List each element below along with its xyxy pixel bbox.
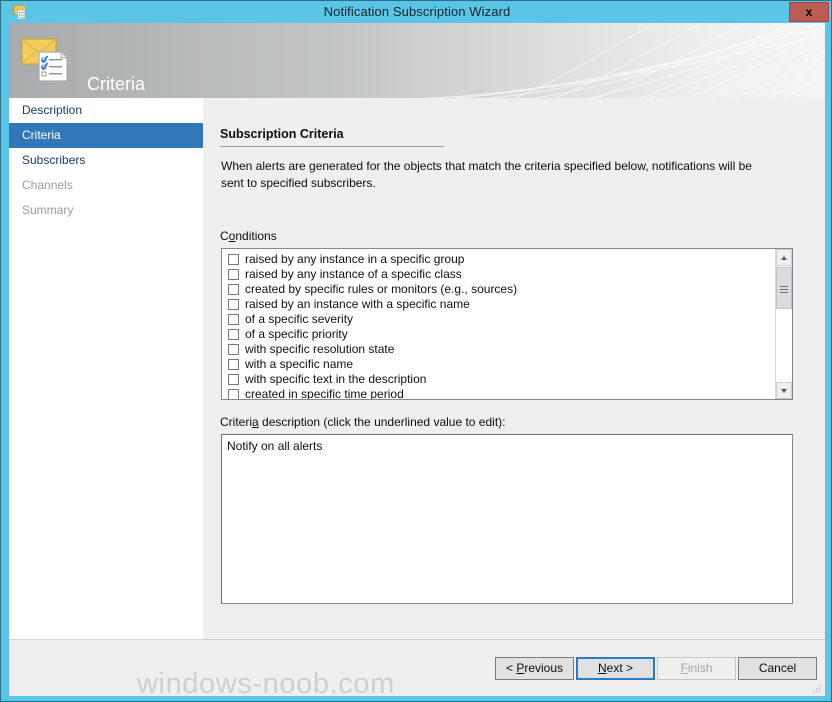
condition-label: created in specific time period <box>245 387 404 400</box>
wizard-step-sidebar: Description Criteria Subscribers Channel… <box>9 98 203 639</box>
window-title: Notification Subscription Wizard <box>323 4 511 19</box>
list-item[interactable]: raised by any instance in a specific gro… <box>222 252 774 267</box>
section-description: When alerts are generated for the object… <box>221 159 752 190</box>
wizard-content-pane: Subscription Criteria When alerts are ge… <box>203 98 825 639</box>
finish-button: Finish <box>657 657 736 680</box>
wizard-page-title: Criteria <box>87 74 146 94</box>
next-accel: N <box>597 661 607 675</box>
conditions-list: raised by any instance in a specific gro… <box>222 252 774 400</box>
conditions-label-post: nditions <box>235 229 277 243</box>
wizard-header-banner: Criteria <box>9 23 825 98</box>
sidebar-item-description[interactable]: Description <box>9 98 203 123</box>
list-item[interactable]: with a specific name <box>222 357 774 372</box>
condition-checkbox[interactable] <box>228 389 239 399</box>
finish-post: inish <box>687 661 713 675</box>
list-item[interactable]: raised by an instance with a specific na… <box>222 297 774 312</box>
sidebar-item-criteria[interactable]: Criteria <box>9 123 203 148</box>
list-item[interactable]: with specific text in the description <box>222 372 774 387</box>
previous-button[interactable]: < Previous <box>495 657 574 680</box>
previous-pre: < <box>505 661 517 675</box>
criteria-description-value: Notify on all alerts <box>227 439 323 453</box>
condition-checkbox[interactable] <box>228 254 239 265</box>
cancel-button[interactable]: Cancel <box>738 657 817 680</box>
condition-label: raised by an instance with a specific na… <box>245 297 470 311</box>
grip-line <box>780 289 788 290</box>
grip-line <box>780 286 788 287</box>
next-post: ext > <box>606 661 634 675</box>
chevron-up-icon <box>781 256 787 260</box>
condition-checkbox[interactable] <box>228 314 239 325</box>
condition-label: of a specific priority <box>245 327 348 341</box>
conditions-label-pre: C <box>220 229 229 243</box>
condition-label: created by specific rules or monitors (e… <box>245 282 518 296</box>
watermark-text: windows-noob.com <box>137 668 395 700</box>
mesh-decoration <box>424 23 825 98</box>
wizard-window: Notification Subscription Wizard x Crite… <box>0 0 832 702</box>
title-bar: Notification Subscription Wizard x <box>1 1 831 23</box>
condition-checkbox[interactable] <box>228 329 239 340</box>
conditions-listbox[interactable]: raised by any instance in a specific gro… <box>221 248 793 400</box>
list-item[interactable]: raised by any instance of a specific cla… <box>222 267 774 282</box>
chevron-down-icon <box>781 389 787 393</box>
list-item[interactable]: of a specific severity <box>222 312 774 327</box>
list-item[interactable]: with specific resolution state <box>222 342 774 357</box>
list-item[interactable]: created by specific rules or monitors (e… <box>222 282 774 297</box>
scroll-down-icon[interactable] <box>776 382 792 399</box>
criteria-description-field[interactable]: Notify on all alerts <box>221 434 793 604</box>
condition-label: with specific text in the description <box>245 372 427 386</box>
sidebar-item-summary: Summary <box>22 203 74 217</box>
close-button[interactable]: x <box>789 2 829 22</box>
criteria-label-post: description (click the underlined value … <box>258 415 506 429</box>
condition-label: with a specific name <box>245 357 354 371</box>
list-item[interactable]: created in specific time period <box>222 387 774 400</box>
conditions-scrollbar[interactable] <box>775 249 792 399</box>
cancel-pre: Cancel <box>758 661 797 675</box>
scroll-up-icon[interactable] <box>776 249 792 266</box>
condition-checkbox[interactable] <box>228 359 239 370</box>
criteria-description-label: Criteria description (click the underlin… <box>220 415 505 429</box>
next-button[interactable]: Next > <box>576 657 655 680</box>
condition-label: raised by any instance of a specific cla… <box>245 267 462 281</box>
criteria-label-accel: a <box>252 415 259 429</box>
condition-checkbox[interactable] <box>228 284 239 295</box>
sidebar-item-subscribers[interactable]: Subscribers <box>9 148 203 173</box>
sidebar-item-channels: Channels <box>22 178 73 192</box>
condition-checkbox[interactable] <box>228 344 239 355</box>
previous-post: revious <box>524 661 564 675</box>
section-heading: Subscription Criteria <box>220 127 344 141</box>
condition-checkbox[interactable] <box>228 374 239 385</box>
finish-accel: F <box>680 661 688 675</box>
grip-line <box>780 292 788 293</box>
conditions-label: Conditions <box>220 229 277 243</box>
criteria-label-pre: Criteri <box>220 415 252 429</box>
condition-checkbox[interactable] <box>228 269 239 280</box>
wizard-footer: windows-noob.com < Previous Next > Finis… <box>9 639 825 700</box>
section-divider <box>220 146 444 147</box>
condition-label: of a specific severity <box>245 312 354 326</box>
condition-label: raised by any instance in a specific gro… <box>245 252 465 266</box>
condition-checkbox[interactable] <box>228 299 239 310</box>
resize-grip-icon[interactable] <box>811 683 822 694</box>
envelope-checklist-icon <box>21 38 68 82</box>
list-item[interactable]: of a specific priority <box>222 327 774 342</box>
scrollbar-thumb[interactable] <box>776 267 792 309</box>
condition-label: with specific resolution state <box>245 342 395 356</box>
